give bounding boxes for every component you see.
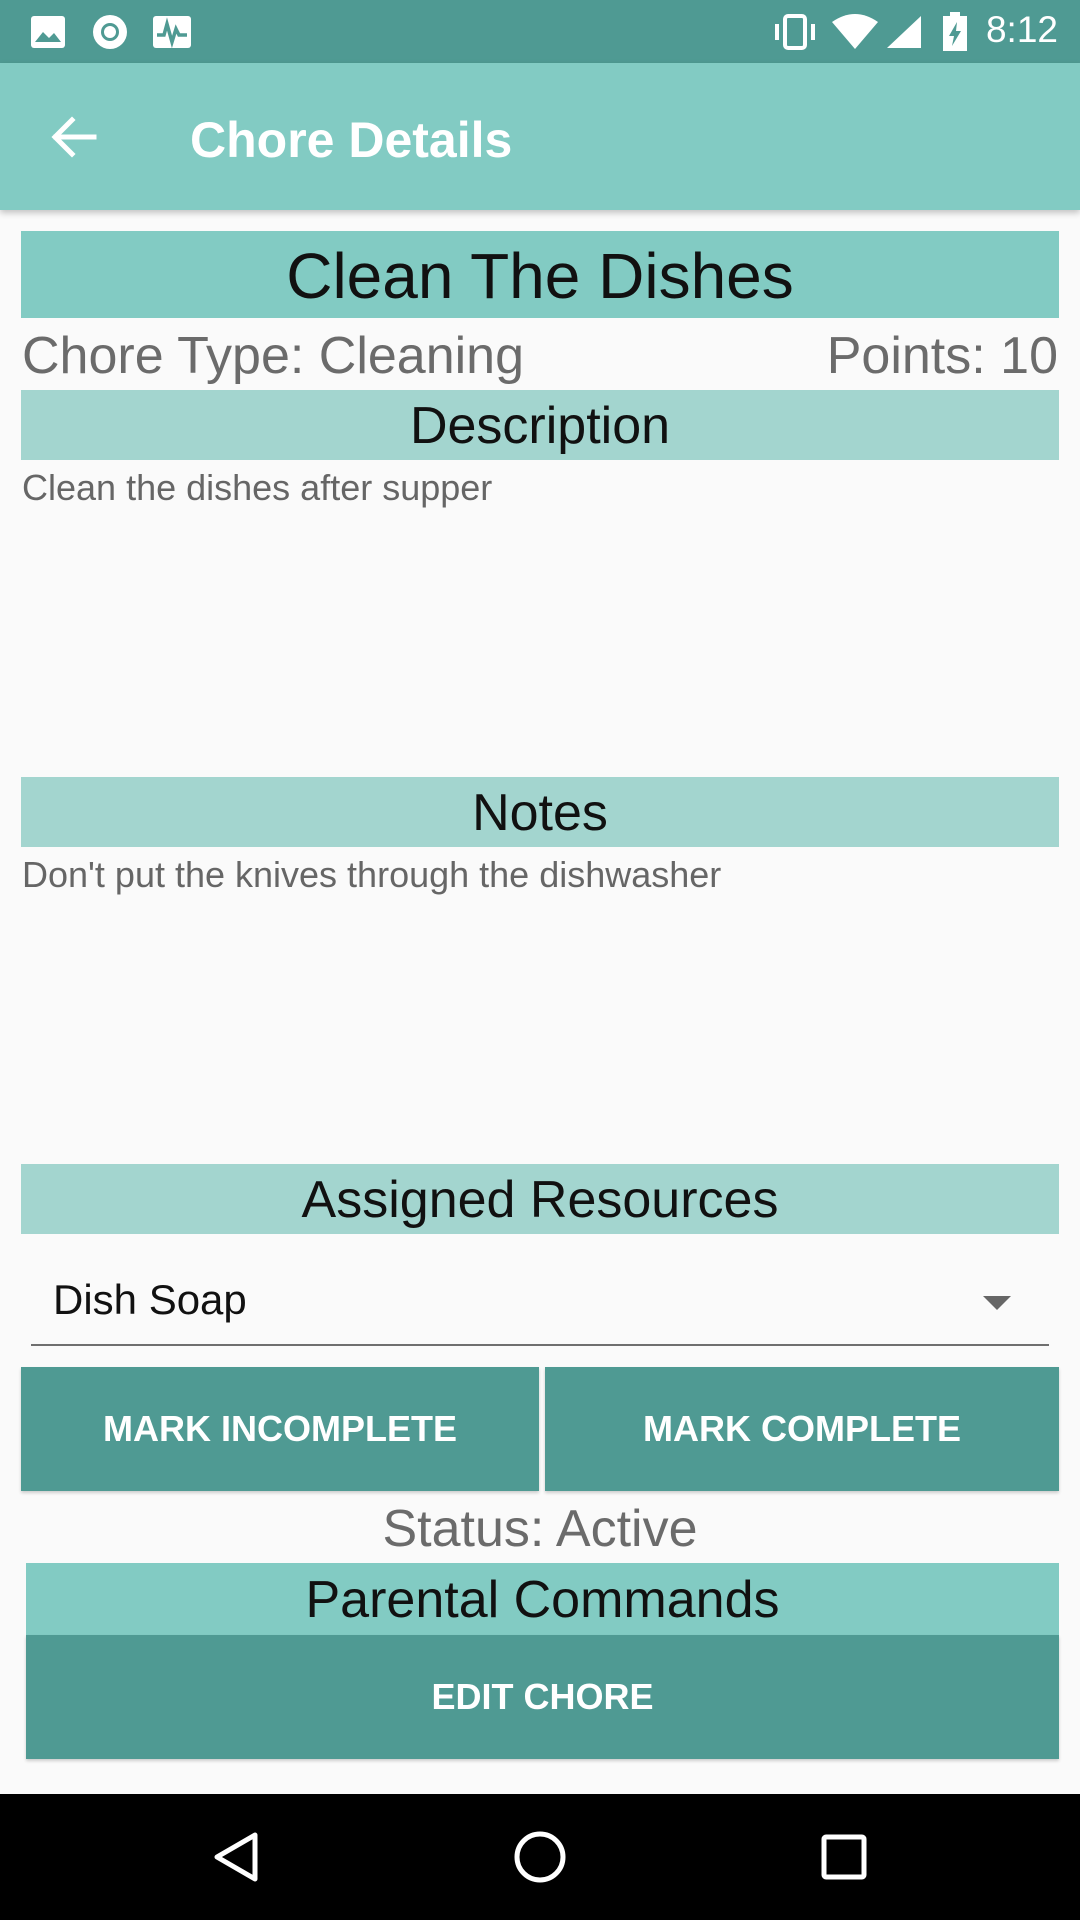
parental-commands-heading: Parental Commands <box>26 1563 1059 1635</box>
activity-icon <box>150 10 194 54</box>
resource-dropdown[interactable]: Dish Soap <box>31 1260 1049 1346</box>
wifi-icon <box>830 10 880 54</box>
image-icon <box>26 10 70 54</box>
signal-icon <box>884 10 924 54</box>
chore-type-label: Chore Type: Cleaning <box>22 327 525 385</box>
status-text: Status: Active <box>382 1500 698 1558</box>
nav-home-button[interactable] <box>500 1817 580 1897</box>
description-text: Clean the dishes after supper <box>22 467 493 508</box>
arrow-left-icon <box>51 116 97 158</box>
chevron-down-icon <box>983 1296 1011 1310</box>
edit-chore-button[interactable]: EDIT CHORE <box>26 1635 1059 1759</box>
notes-heading: Notes <box>21 777 1059 847</box>
page-title: Chore Details <box>190 112 513 168</box>
back-button[interactable] <box>44 107 104 167</box>
points-label: Points: 10 <box>826 327 1058 385</box>
nav-back-button[interactable] <box>196 1817 276 1897</box>
chore-title: Clean The Dishes <box>21 231 1059 318</box>
back-triangle-icon <box>214 1832 258 1882</box>
resource-selected-value: Dish Soap <box>53 1276 247 1323</box>
notes-text: Don't put the knives through the dishwas… <box>22 854 722 895</box>
app-bar: Chore Details <box>0 63 1080 210</box>
recents-square-icon <box>821 1834 867 1880</box>
circle-record-icon <box>88 10 132 54</box>
status-time: 8:12 <box>985 9 1058 50</box>
vibrate-icon <box>770 10 820 54</box>
mark-complete-button[interactable]: MARK COMPLETE <box>545 1367 1059 1491</box>
navigation-bar <box>0 1794 1080 1920</box>
assigned-resources-heading: Assigned Resources <box>21 1164 1059 1234</box>
battery-charging-icon <box>938 10 972 54</box>
home-circle-icon <box>514 1831 566 1883</box>
description-heading: Description <box>21 390 1059 460</box>
nav-recents-button[interactable] <box>804 1817 884 1897</box>
status-bar: 8:12 <box>0 0 1080 63</box>
mark-incomplete-button[interactable]: MARK INCOMPLETE <box>21 1367 539 1491</box>
